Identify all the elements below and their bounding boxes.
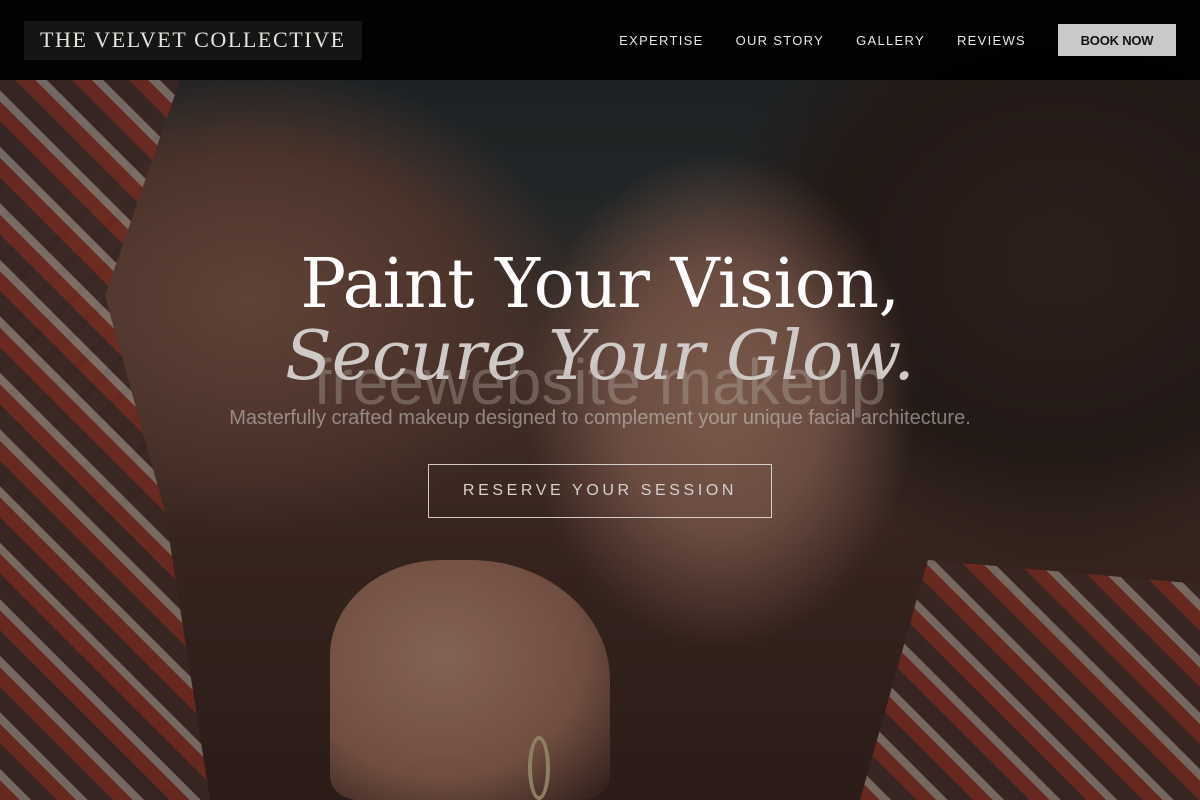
reserve-session-button[interactable]: RESERVE YOUR SESSION <box>428 464 772 518</box>
main-nav: EXPERTISE OUR STORY GALLERY REVIEWS BOOK… <box>619 24 1176 56</box>
nav-link-gallery[interactable]: GALLERY <box>856 33 925 48</box>
nav-link-reviews[interactable]: REVIEWS <box>957 33 1026 48</box>
hero-section: Paint Your Vision, Secure Your Glow. fre… <box>0 248 1200 518</box>
nav-link-our-story[interactable]: OUR STORY <box>736 33 825 48</box>
site-header: THE VELVET COLLECTIVE EXPERTISE OUR STOR… <box>0 0 1200 80</box>
brand-logo[interactable]: THE VELVET COLLECTIVE <box>24 20 362 60</box>
page: THE VELVET COLLECTIVE EXPERTISE OUR STOR… <box>0 0 1200 800</box>
hero-headline: Paint Your Vision, <box>300 245 900 324</box>
hero-subtext-wrapper: freewebsite makeup Masterfully crafted m… <box>200 350 1000 432</box>
hero-subtext: Masterfully crafted makeup designed to c… <box>229 407 971 429</box>
nav-link-expertise[interactable]: EXPERTISE <box>619 33 703 48</box>
book-now-button[interactable]: BOOK NOW <box>1058 24 1176 56</box>
hero-headline-italic: Secure Your Glow. <box>285 317 915 396</box>
